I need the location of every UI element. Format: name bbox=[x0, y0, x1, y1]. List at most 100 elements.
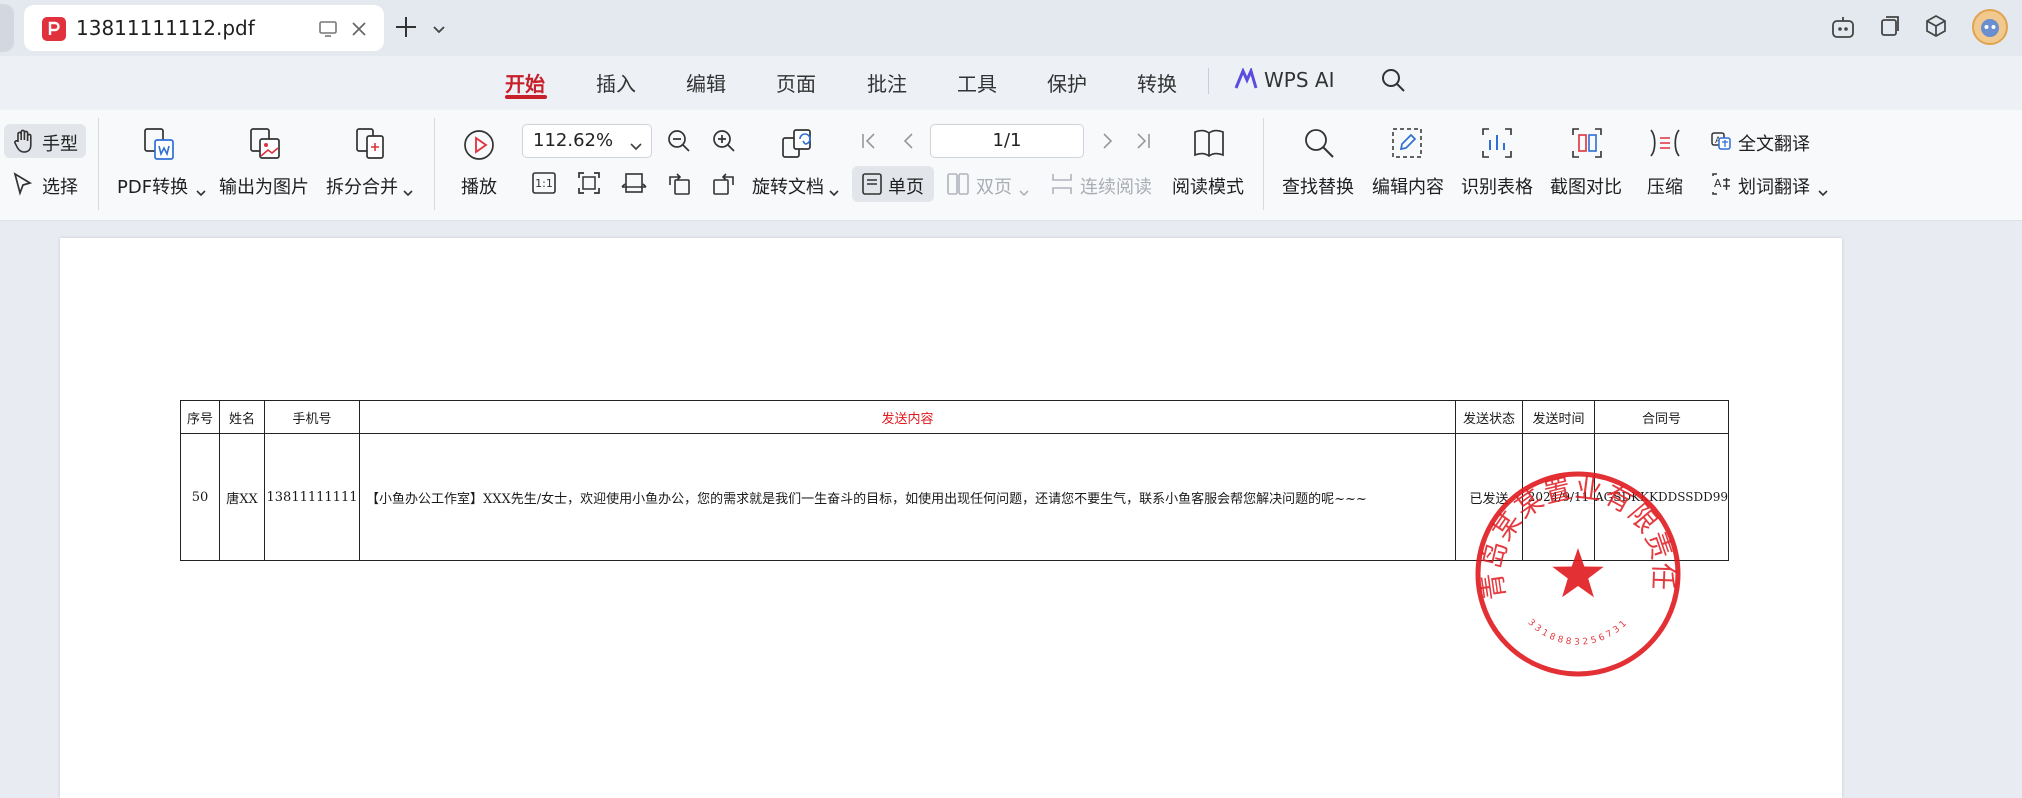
next-page-icon[interactable] bbox=[1098, 132, 1116, 154]
chevron-down-icon bbox=[629, 137, 643, 156]
page-number-input[interactable]: 1/1 bbox=[930, 124, 1084, 158]
ribbon-divider bbox=[434, 118, 435, 210]
header-cell: 发送状态 bbox=[1455, 400, 1523, 434]
table-cell: 唐XX bbox=[219, 433, 265, 561]
cursor-icon[interactable] bbox=[12, 172, 34, 200]
tab-tools[interactable]: 工具 bbox=[957, 68, 997, 97]
export-image-button[interactable]: 输出为图片 bbox=[219, 173, 309, 199]
play-icon[interactable] bbox=[462, 128, 496, 166]
tab-protect[interactable]: 保护 bbox=[1047, 68, 1087, 97]
chevron-down-icon[interactable] bbox=[1019, 182, 1029, 201]
continuous-read-icon[interactable] bbox=[1050, 172, 1074, 200]
full-translate-button[interactable]: 全文翻译 bbox=[1738, 130, 1810, 156]
header-cell: 发送时间 bbox=[1522, 400, 1595, 434]
tab-insert[interactable]: 插入 bbox=[596, 68, 636, 97]
reading-mode-icon[interactable] bbox=[1192, 126, 1226, 164]
rotate-right-icon[interactable] bbox=[711, 171, 737, 201]
single-page-icon bbox=[861, 172, 883, 200]
compress-icon[interactable] bbox=[1648, 126, 1682, 164]
tab-bar: 13811111112.pdf bbox=[0, 0, 2022, 56]
ribbon-divider bbox=[1263, 118, 1264, 210]
seal-number: 3318883256731 bbox=[1526, 617, 1628, 648]
continuous-read-label[interactable]: 连续阅读 bbox=[1080, 173, 1152, 199]
rotate-left-icon[interactable] bbox=[666, 171, 692, 201]
rotate-document-button[interactable]: 旋转文档 bbox=[752, 173, 824, 199]
word-translate-icon[interactable]: A bbox=[1710, 172, 1732, 200]
robot-icon[interactable] bbox=[1830, 14, 1856, 44]
page-number-value: 1/1 bbox=[992, 130, 1022, 151]
screenshot-compare-button[interactable]: 截图对比 bbox=[1550, 173, 1622, 199]
table-header-row: 序号 姓名 手机号 发送内容 发送状态 发送时间 合同号 bbox=[180, 400, 1729, 434]
hand-label: 手型 bbox=[42, 134, 78, 155]
tab-wps-ai[interactable]: WPS AI bbox=[1264, 68, 1334, 92]
play-button[interactable]: 播放 bbox=[461, 173, 497, 199]
search-icon[interactable] bbox=[1380, 67, 1406, 97]
header-cell: 姓名 bbox=[219, 400, 265, 434]
tab-page[interactable]: 页面 bbox=[776, 68, 816, 97]
sidebar-handle[interactable] bbox=[0, 4, 14, 52]
monitor-icon[interactable] bbox=[318, 20, 338, 42]
menu-divider bbox=[1208, 68, 1209, 94]
prev-page-icon[interactable] bbox=[900, 132, 918, 154]
menu-bar bbox=[0, 56, 2022, 110]
find-replace-icon[interactable] bbox=[1302, 126, 1336, 164]
company-seal: 青岛某某置业有限责任公司 3318883256731 bbox=[1472, 468, 1681, 677]
chevron-down-icon[interactable] bbox=[829, 182, 839, 201]
header-cell: 序号 bbox=[180, 400, 220, 434]
select-label[interactable]: 选择 bbox=[42, 173, 78, 199]
wps-ai-icon bbox=[1234, 66, 1258, 94]
ocr-table-icon[interactable] bbox=[1480, 126, 1514, 164]
screenshot-compare-icon[interactable] bbox=[1570, 126, 1604, 164]
actual-size-icon[interactable]: 1:1 bbox=[531, 171, 557, 199]
window-copy-icon[interactable] bbox=[1878, 14, 1902, 42]
new-tab-icon[interactable] bbox=[394, 15, 418, 43]
close-tab-icon[interactable] bbox=[350, 20, 368, 42]
rotate-document-icon[interactable] bbox=[780, 126, 814, 164]
export-image-icon[interactable] bbox=[248, 126, 282, 166]
document-tab[interactable]: 13811111112.pdf bbox=[24, 5, 384, 51]
chevron-down-icon[interactable] bbox=[196, 182, 206, 201]
zoom-value: 112.62% bbox=[533, 130, 614, 151]
tab-convert[interactable]: 转换 bbox=[1137, 68, 1177, 97]
header-cell: 发送内容 bbox=[359, 400, 1456, 434]
hand-icon bbox=[12, 128, 36, 158]
first-page-icon[interactable] bbox=[860, 132, 878, 154]
active-tab-indicator bbox=[505, 95, 547, 99]
fit-width-icon[interactable] bbox=[621, 171, 647, 199]
edit-content-button[interactable]: 编辑内容 bbox=[1372, 173, 1444, 199]
table-cell: 13811111111 bbox=[264, 433, 360, 561]
zoom-in-icon[interactable] bbox=[711, 128, 737, 158]
chevron-down-icon[interactable] bbox=[403, 182, 413, 201]
tab-title: 13811111112.pdf bbox=[76, 16, 255, 40]
header-cell: 手机号 bbox=[264, 400, 360, 434]
zoom-select[interactable]: 112.62% bbox=[522, 124, 652, 158]
tab-start[interactable]: 开始 bbox=[505, 68, 545, 97]
pdf-file-icon bbox=[42, 17, 66, 41]
last-page-icon[interactable] bbox=[1134, 132, 1152, 154]
reading-mode-button[interactable]: 阅读模式 bbox=[1172, 173, 1244, 199]
compress-button[interactable]: 压缩 bbox=[1647, 173, 1683, 199]
single-page-label: 单页 bbox=[888, 177, 924, 198]
word-translate-button[interactable]: 划词翻译 bbox=[1738, 173, 1810, 199]
pdf-convert-icon[interactable] bbox=[142, 126, 176, 166]
double-page-label[interactable]: 双页 bbox=[976, 173, 1012, 199]
user-avatar[interactable] bbox=[1972, 9, 2008, 45]
tab-edit[interactable]: 编辑 bbox=[686, 68, 726, 97]
chevron-down-icon[interactable] bbox=[1818, 182, 1828, 201]
double-page-icon[interactable] bbox=[946, 172, 970, 200]
cube-icon[interactable] bbox=[1924, 14, 1948, 42]
table-cell: 50 bbox=[180, 433, 220, 561]
fit-page-icon[interactable] bbox=[577, 171, 601, 199]
ribbon-divider bbox=[98, 118, 99, 210]
pdf-convert-button[interactable]: PDF转换 bbox=[117, 173, 188, 199]
split-merge-button[interactable]: 拆分合并 bbox=[326, 173, 398, 199]
full-translate-icon[interactable]: A bbox=[1710, 130, 1732, 156]
ocr-table-button[interactable]: 识别表格 bbox=[1461, 173, 1533, 199]
chevron-down-icon[interactable] bbox=[432, 20, 446, 39]
split-merge-icon[interactable] bbox=[354, 126, 388, 166]
edit-content-icon[interactable] bbox=[1390, 126, 1424, 164]
zoom-out-icon[interactable] bbox=[666, 128, 692, 158]
svg-text:A: A bbox=[1714, 177, 1722, 190]
tab-annotate[interactable]: 批注 bbox=[867, 68, 907, 97]
find-replace-button[interactable]: 查找替换 bbox=[1282, 173, 1354, 199]
